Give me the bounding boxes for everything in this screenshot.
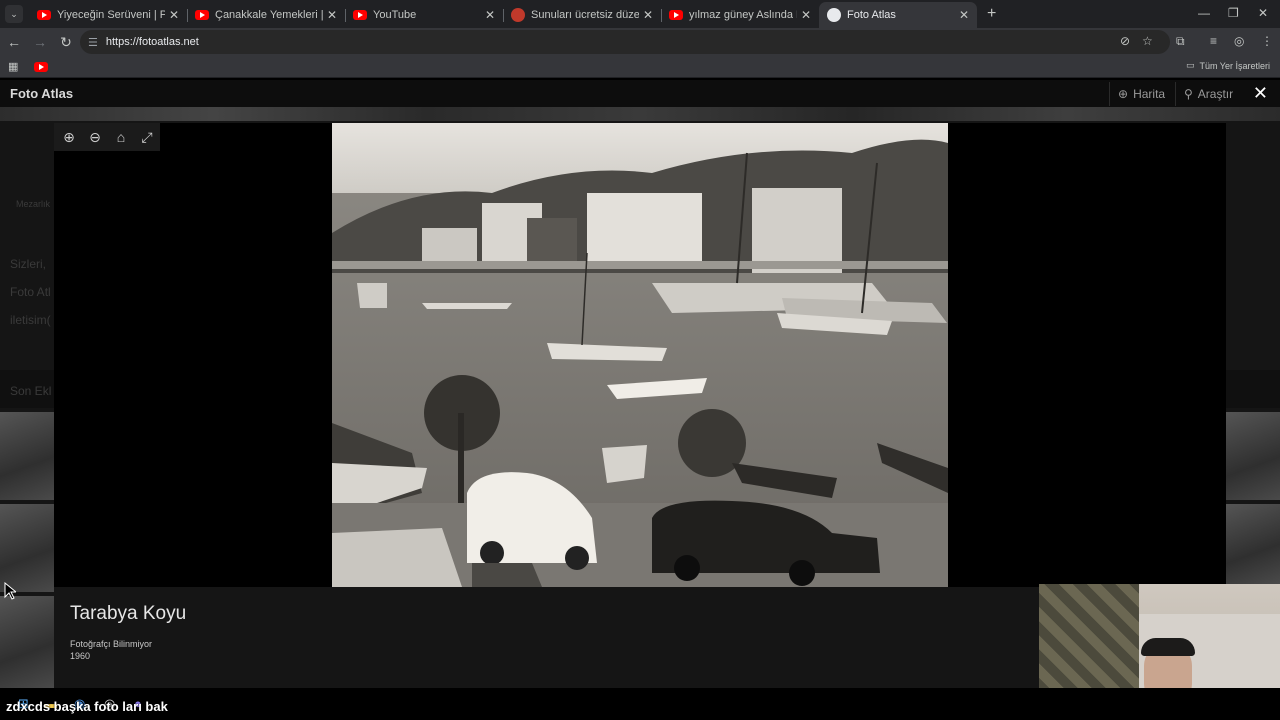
minimize-icon[interactable]: — (1198, 6, 1210, 20)
tab-2[interactable]: YouTube ✕ (345, 2, 503, 28)
tab-search-button[interactable]: ⌄ (5, 5, 23, 23)
close-icon[interactable]: ✕ (643, 8, 653, 22)
thumbnail[interactable] (0, 504, 54, 592)
globe-icon (827, 8, 841, 22)
search-label: Araştır (1197, 87, 1234, 101)
tracking-icon[interactable]: ⊘ (1120, 34, 1130, 48)
user-search-icon: ⚲ (1184, 87, 1193, 101)
zoom-controls: ⊕ ⊖ ⌂ ⤢ (54, 123, 160, 151)
close-icon[interactable]: ✕ (169, 8, 179, 22)
new-tab-button[interactable]: + (987, 5, 996, 23)
photo-viewer[interactable]: ⊕ ⊖ ⌂ ⤢ (54, 123, 1226, 587)
site-logo[interactable]: Foto Atlas (10, 86, 73, 101)
recent-label: Son Ekl (10, 384, 52, 398)
mouse-cursor-icon (4, 582, 16, 600)
restore-icon[interactable]: ❐ (1228, 6, 1239, 20)
zoom-in-icon[interactable]: ⊕ (60, 129, 78, 146)
photo-image (332, 123, 948, 587)
close-icon[interactable]: ✕ (327, 8, 337, 22)
apps-icon[interactable]: ▦ (8, 60, 18, 73)
site-info-icon[interactable]: ☰ (88, 36, 98, 49)
thumbnail[interactable] (0, 412, 54, 500)
site-header: Foto Atlas ⊕ Harita ⚲ Araştır ✕ (0, 80, 1280, 107)
home-icon[interactable]: ⌂ (112, 129, 130, 145)
tab-0[interactable]: Yiyeceğin Serüveni | Pişmaniye ✕ (29, 2, 187, 28)
browser-toolbar: ← → ↻ ☰ https://fotoatlas.net ⊘ ☆ ⧉ ≡ ◎ … (0, 28, 1280, 56)
presentation-icon (511, 8, 525, 22)
zoom-out-icon[interactable]: ⊖ (86, 129, 104, 146)
thumbnail[interactable] (0, 596, 54, 688)
tab-title: YouTube (373, 9, 417, 21)
folder-icon: ▭ (1185, 60, 1195, 70)
extensions-icon[interactable]: ⧉ (1176, 34, 1185, 49)
background-text-line: iletisim( (10, 313, 51, 327)
tab-title: Çanakkale Yemekleri | Meşhur Y (215, 9, 323, 21)
forward-icon[interactable]: → (28, 34, 52, 50)
background-text-line: Foto Atl (10, 285, 51, 299)
tab-strip: ⌄ Yiyeceğin Serüveni | Pişmaniye ✕ Çanak… (0, 0, 1280, 28)
background-text-line: Sizleri, (10, 257, 47, 271)
photographer: Fotoğrafçı Bilinmiyor (70, 639, 153, 649)
taskbar: ⊞ ▬ ◉ ◎ ● (0, 688, 1280, 720)
tab-title: yılmaz güney Aslında Kimdi? | Y (689, 9, 797, 21)
tab-5[interactable]: Foto Atlas ✕ (819, 2, 977, 28)
profile-icon[interactable]: ◎ (1234, 34, 1244, 48)
thumbnail[interactable] (1226, 412, 1280, 500)
youtube-icon (353, 10, 367, 20)
youtube-bookmark-icon[interactable] (34, 61, 49, 72)
menu-icon[interactable]: ⋮ (1261, 34, 1273, 48)
tab-1[interactable]: Çanakkale Yemekleri | Meşhur Y ✕ (187, 2, 345, 28)
close-icon[interactable]: ✕ (801, 8, 811, 22)
bookmark-star-icon[interactable]: ☆ (1142, 34, 1153, 48)
back-icon[interactable]: ← (2, 34, 26, 50)
url-text: https://fotoatlas.net (105, 36, 199, 48)
reload-icon[interactable]: ↻ (54, 34, 78, 51)
background-photo-strip (0, 107, 1280, 121)
map-button[interactable]: ⊕ Harita (1109, 82, 1173, 106)
globe-icon: ⊕ (1118, 87, 1129, 101)
all-bookmarks-label: Tüm Yer İşaretleri (1199, 60, 1270, 71)
fullscreen-icon[interactable]: ⤢ (138, 129, 156, 146)
window-close-icon[interactable]: ✕ (1258, 6, 1268, 20)
close-icon[interactable]: ✕ (485, 8, 495, 22)
media-icon[interactable]: ≡ (1210, 34, 1217, 48)
map-label: Harita (1133, 87, 1166, 101)
harbor-photo[interactable] (332, 123, 948, 587)
cemetery-label: Mezarlık (16, 199, 51, 209)
search-button[interactable]: ⚲ Araştır (1175, 82, 1241, 106)
tab-title: Foto Atlas (847, 9, 896, 21)
photo-title: Tarabya Koyu (70, 603, 187, 624)
youtube-icon (195, 10, 209, 20)
all-bookmarks-button[interactable]: ▭ Tüm Yer İşaretleri (1186, 60, 1270, 71)
photo-caption: Tarabya Koyu Fotoğrafçı Bilinmiyor 1960 (54, 587, 1038, 671)
photo-year: 1960 (70, 651, 91, 661)
bookmarks-bar: ▦ ▭ Tüm Yer İşaretleri (0, 56, 1280, 78)
tab-title: Sunuları ücretsiz düzenleyin | W (531, 9, 639, 21)
thumbnail[interactable] (1226, 504, 1280, 584)
stream-overlay-text: zdxcds başka foto ları bak (6, 699, 168, 714)
close-viewer-button[interactable]: ✕ (1253, 84, 1268, 102)
youtube-icon (37, 10, 51, 20)
close-icon[interactable]: ✕ (959, 8, 969, 22)
youtube-icon (669, 10, 683, 20)
tab-title: Yiyeceğin Serüveni | Pişmaniye (57, 9, 165, 21)
tab-4[interactable]: yılmaz güney Aslında Kimdi? | Y ✕ (661, 2, 819, 28)
tab-3[interactable]: Sunuları ücretsiz düzenleyin | W ✕ (503, 2, 661, 28)
address-bar[interactable]: ☰ https://fotoatlas.net (80, 30, 1170, 54)
